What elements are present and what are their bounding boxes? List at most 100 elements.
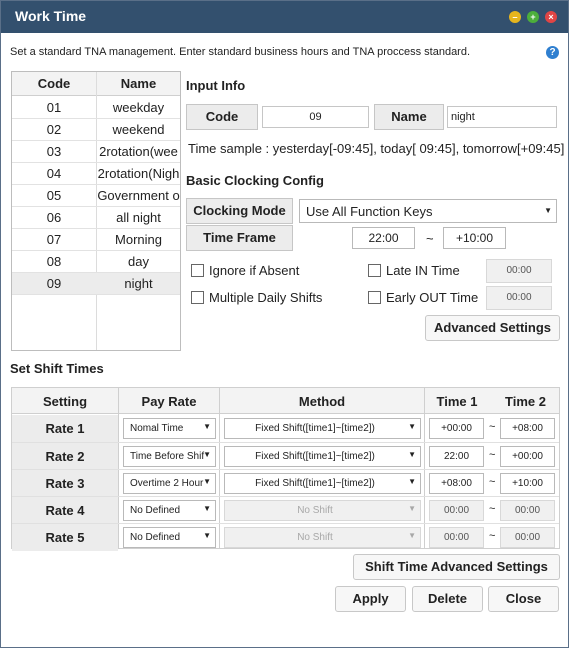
name-cell: all night <box>116 210 161 225</box>
time1-field[interactable]: +08:00 <box>429 473 484 494</box>
title-bar: Work Time – + × <box>1 1 568 33</box>
time1-field[interactable]: 00:00 <box>429 527 484 548</box>
late-in-field[interactable]: 00:00 <box>486 259 552 283</box>
code-list-row[interactable]: 04 2rotation(Nigh <box>12 163 180 185</box>
time-separator: ~ <box>489 449 496 461</box>
code-label: Code <box>186 104 258 130</box>
early-out-field[interactable]: 00:00 <box>486 286 552 310</box>
pay-rate-value: Time Before Shif <box>130 451 205 462</box>
clocking-mode-select[interactable]: Use All Function Keys ▼ <box>299 199 557 223</box>
pay-rate-value: Nomal Time <box>130 423 184 434</box>
code-list[interactable]: Code Name 01 weekday 02 weekend 03 2rotation(… <box>11 71 181 351</box>
rate-label: Rate 2 <box>12 443 118 470</box>
late-in-label: Late IN Time <box>386 263 460 278</box>
shift-row: Rate 4 No Defined ▼ No Shift ▼ 00:00 ~00:00 <box>12 496 559 524</box>
clocking-heading: Basic Clocking Config <box>186 173 324 188</box>
shift-table: Setting Pay Rate Method Time 1 Time 2 Ra… <box>11 387 560 551</box>
method-value: Fixed Shift([time1]~[time2]) <box>255 478 375 489</box>
description-text: Set a standard TNA management. Enter sta… <box>10 46 471 58</box>
code-cell: 04 <box>46 166 62 181</box>
time-frame-end[interactable]: +10:00 <box>443 227 506 249</box>
code-cell: 02 <box>46 122 62 137</box>
code-column-header[interactable]: Code <box>12 76 96 91</box>
code-cell: 06 <box>46 210 62 225</box>
pay-rate-header: Pay Rate <box>141 394 197 409</box>
rate-label: Rate 5 <box>12 524 118 551</box>
code-cell: 05 <box>46 188 62 203</box>
name-cell: Government o <box>97 188 180 203</box>
code-cell: 08 <box>46 254 62 269</box>
pay-rate-select[interactable]: Overtime 2 Hour ▼ <box>123 473 216 494</box>
time2-field[interactable]: 00:00 <box>500 527 555 548</box>
method-value: No Shift <box>297 532 333 543</box>
code-list-row[interactable]: 09 night <box>12 273 180 295</box>
late-in-checkbox[interactable] <box>368 264 381 277</box>
apply-button[interactable]: Apply <box>335 586 406 612</box>
time1-field[interactable]: 00:00 <box>429 500 484 521</box>
method-header: Method <box>298 394 346 409</box>
early-out-checkbox[interactable] <box>368 291 381 304</box>
early-out-label: Early OUT Time <box>386 290 479 305</box>
time2-field[interactable]: 00:00 <box>500 500 555 521</box>
time2-field[interactable]: +10:00 <box>500 473 555 494</box>
shift-row: Rate 1 Nomal Time ▼ Fixed Shift([time1]~[ti… <box>12 415 559 442</box>
pay-rate-select[interactable]: Nomal Time ▼ <box>123 418 216 439</box>
time2-header: Time 2 <box>505 394 546 409</box>
name-field[interactable]: night <box>447 106 557 128</box>
name-cell: night <box>124 276 153 291</box>
pay-rate-select[interactable]: Time Before Shif ▼ <box>123 446 216 467</box>
pay-rate-select[interactable]: No Defined ▼ <box>123 500 216 521</box>
code-list-row[interactable]: 05 Government o <box>12 185 180 207</box>
method-select[interactable]: No Shift ▼ <box>224 527 421 548</box>
time-frame-label: Time Frame <box>186 225 293 251</box>
delete-button[interactable]: Delete <box>412 586 483 612</box>
name-cell: 2rotation(wee <box>99 144 178 159</box>
time2-field[interactable]: +08:00 <box>500 418 555 439</box>
method-value: No Shift <box>297 505 333 516</box>
name-label: Name <box>374 104 444 130</box>
method-select[interactable]: Fixed Shift([time1]~[time2]) ▼ <box>224 473 421 494</box>
name-cell: weekday <box>112 100 165 115</box>
pay-rate-select[interactable]: No Defined ▼ <box>123 527 216 548</box>
help-icon[interactable]: ? <box>546 46 559 59</box>
time2-field[interactable]: +00:00 <box>500 446 555 467</box>
maximize-icon[interactable]: + <box>527 11 539 23</box>
name-column-header[interactable]: Name <box>97 76 180 91</box>
code-list-row[interactable]: 03 2rotation(wee <box>12 141 180 163</box>
advanced-settings-button[interactable]: Advanced Settings <box>425 315 560 341</box>
close-button[interactable]: Close <box>488 586 559 612</box>
code-list-row[interactable]: 01 weekday <box>12 97 180 119</box>
shift-table-header: Setting Pay Rate Method Time 1 Time 2 <box>12 388 559 414</box>
method-value: Fixed Shift([time1]~[time2]) <box>255 451 375 462</box>
code-list-row[interactable]: 06 all night <box>12 207 180 229</box>
time-sample-text: Time sample : yesterday[-09:45], today[ … <box>188 141 565 156</box>
chevron-down-icon: ▼ <box>408 477 416 486</box>
minimize-icon[interactable]: – <box>509 11 521 23</box>
close-icon[interactable]: × <box>545 11 557 23</box>
ignore-absent-label: Ignore if Absent <box>209 263 300 278</box>
clocking-mode-value: Use All Function Keys <box>306 204 433 219</box>
chevron-down-icon: ▼ <box>203 422 211 431</box>
shift-row: Rate 2 Time Before Shif ▼ Fixed Shift([time… <box>12 442 559 470</box>
time1-header: Time 1 <box>436 394 478 409</box>
time-separator: ~ <box>489 476 496 488</box>
shift-advanced-settings-button[interactable]: Shift Time Advanced Settings <box>353 554 560 580</box>
shift-times-heading: Set Shift Times <box>10 361 104 376</box>
time-frame-separator: ~ <box>426 231 434 246</box>
method-select[interactable]: Fixed Shift([time1]~[time2]) ▼ <box>224 418 421 439</box>
time1-field[interactable]: +00:00 <box>429 418 484 439</box>
time-frame-start[interactable]: 22:00 <box>352 227 415 249</box>
time-separator: ~ <box>489 530 496 542</box>
ignore-absent-checkbox[interactable] <box>191 264 204 277</box>
code-list-row[interactable]: 02 weekend <box>12 119 180 141</box>
code-list-row[interactable]: 08 day <box>12 251 180 273</box>
setting-header: Setting <box>42 394 88 409</box>
multiple-shifts-checkbox[interactable] <box>191 291 204 304</box>
code-field[interactable]: 09 <box>262 106 369 128</box>
code-list-row[interactable]: 07 Morning <box>12 229 180 251</box>
name-cell: weekend <box>112 122 165 137</box>
method-select[interactable]: Fixed Shift([time1]~[time2]) ▼ <box>224 446 421 467</box>
time1-field[interactable]: 22:00 <box>429 446 484 467</box>
method-select[interactable]: No Shift ▼ <box>224 500 421 521</box>
chevron-down-icon: ▼ <box>408 504 416 513</box>
